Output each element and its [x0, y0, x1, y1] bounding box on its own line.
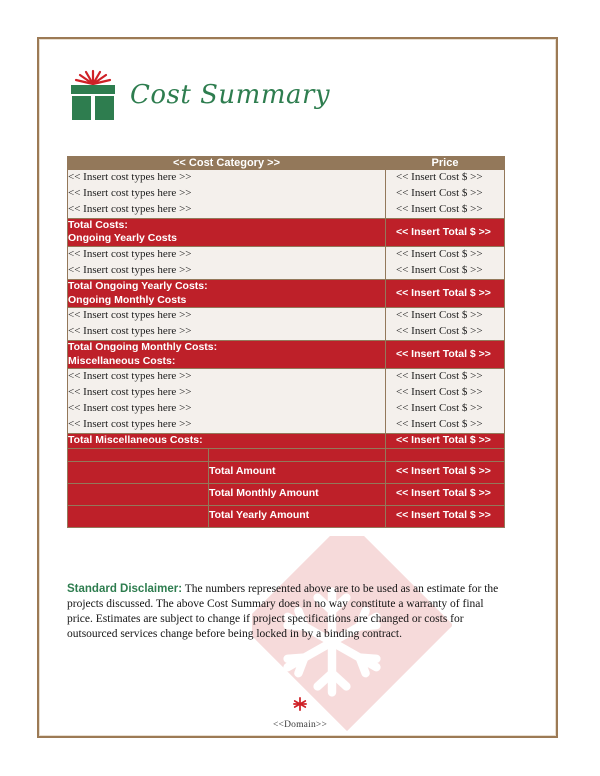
cost-type-cell[interactable]: << Insert cost types here >> << Insert c…: [67, 246, 386, 280]
table-header-row: << Cost Category >> Price: [67, 156, 505, 170]
grand-total-label-total-amount: Total Amount: [208, 460, 386, 484]
cost-type-cell[interactable]: << Insert cost types here >> << Insert c…: [67, 368, 386, 435]
footer-domain-text: <<Domain>>: [272, 720, 328, 730]
grand-total-empty-cell: [67, 482, 209, 506]
grand-total-label-total-monthly-amount: Total Monthly Amount: [208, 482, 386, 506]
cost-price-cell[interactable]: << Insert Cost $ >> << Insert Cost $ >>: [385, 246, 505, 280]
cost-price-cell[interactable]: << Insert Cost $ >> << Insert Cost $ >>: [385, 307, 505, 342]
total-value-ongoing-yearly[interactable]: << Insert Total $ >>: [385, 278, 505, 309]
grand-total-label-total-yearly-amount: Total Yearly Amount: [208, 504, 386, 528]
table-row-total-ongoing-yearly: Total Ongoing Yearly Costs: << Insert To…: [67, 278, 505, 309]
table-row-items-ongoing-monthly: << Insert cost types here >> << Insert c…: [67, 307, 505, 342]
snowflake-icon: [293, 697, 307, 711]
gift-box-icon: [68, 69, 118, 121]
cost-price-placeholder[interactable]: << Insert Cost $ >>: [396, 170, 504, 186]
disclaimer-label: Standard Disclaimer:: [67, 582, 183, 595]
grand-total-value-total-yearly-amount[interactable]: << Insert Total $ >>: [385, 504, 505, 528]
table-row-spacer: [67, 447, 505, 462]
grand-total-empty-cell: [67, 460, 209, 484]
column-header-price: Price: [385, 156, 505, 170]
column-header-cost-category: << Cost Category >>: [67, 156, 386, 170]
cost-price-placeholder[interactable]: << Insert Cost $ >>: [396, 401, 504, 417]
cost-type-placeholder[interactable]: << Insert cost types here >>: [68, 324, 385, 340]
grand-total-value-total-amount[interactable]: << Insert Total $ >>: [385, 460, 505, 484]
table-row-items-initial: << Insert cost types here >> << Insert c…: [67, 169, 505, 219]
total-label-initial: Total Costs:: [67, 217, 386, 233]
spacer-cell-mid: [208, 447, 386, 462]
cost-price-placeholder[interactable]: << Insert Cost $ >>: [396, 417, 504, 433]
total-value-initial[interactable]: << Insert Total $ >>: [385, 217, 505, 248]
table-row-total-ongoing-monthly: Total Ongoing Monthly Costs: << Insert T…: [67, 340, 505, 370]
page-footer: <<Domain>>: [0, 696, 600, 732]
document-header: Cost Summary: [68, 66, 330, 124]
total-value-ongoing-monthly[interactable]: << Insert Total $ >>: [385, 340, 505, 370]
cost-type-cell[interactable]: << Insert cost types here >> << Insert c…: [67, 169, 386, 219]
cost-price-placeholder[interactable]: << Insert Cost $ >>: [396, 369, 504, 385]
cost-type-placeholder[interactable]: << Insert cost types here >>: [68, 369, 385, 385]
table-row-grand-total: Total Monthly Amount << Insert Total $ >…: [67, 482, 505, 506]
cost-type-placeholder[interactable]: << Insert cost types here >>: [68, 385, 385, 401]
total-label-miscellaneous: Total Miscellaneous Costs:: [67, 433, 386, 449]
grand-total-value-total-monthly-amount[interactable]: << Insert Total $ >>: [385, 482, 505, 506]
cost-price-cell[interactable]: << Insert Cost $ >> << Insert Cost $ >> …: [385, 368, 505, 435]
cost-price-placeholder[interactable]: << Insert Cost $ >>: [396, 186, 504, 202]
total-value-miscellaneous[interactable]: << Insert Total $ >>: [385, 433, 505, 449]
standard-disclaimer: Standard Disclaimer: The numbers represe…: [67, 582, 509, 643]
cost-type-placeholder[interactable]: << Insert cost types here >>: [68, 186, 385, 202]
cost-type-placeholder[interactable]: << Insert cost types here >>: [68, 401, 385, 417]
table-row-total-initial: Total Costs: << Insert Total $ >>: [67, 217, 505, 248]
document-page: Cost Summary << Cost Category >> Price <…: [0, 0, 600, 776]
cost-price-cell[interactable]: << Insert Cost $ >> << Insert Cost $ >> …: [385, 169, 505, 219]
cost-price-placeholder[interactable]: << Insert Cost $ >>: [396, 263, 504, 279]
table-row-grand-total: Total Yearly Amount << Insert Total $ >>: [67, 504, 505, 528]
table-row-items-ongoing-yearly: << Insert cost types here >> << Insert c…: [67, 246, 505, 280]
grand-total-empty-cell: [67, 504, 209, 528]
spacer-cell-price: [385, 447, 505, 462]
cost-price-placeholder[interactable]: << Insert Cost $ >>: [396, 324, 504, 340]
table-row-grand-total: Total Amount << Insert Total $ >>: [67, 460, 505, 484]
section-heading-ongoing-yearly: Ongoing Yearly Costs: [67, 232, 386, 248]
section-heading-ongoing-monthly: Ongoing Monthly Costs: [67, 293, 386, 309]
cost-price-placeholder[interactable]: << Insert Cost $ >>: [396, 385, 504, 401]
page-title: Cost Summary: [130, 80, 331, 110]
cost-type-placeholder[interactable]: << Insert cost types here >>: [68, 247, 385, 263]
cost-price-placeholder[interactable]: << Insert Cost $ >>: [396, 247, 504, 263]
cost-summary-table: << Cost Category >> Price << Insert cost…: [67, 156, 505, 528]
cost-type-placeholder[interactable]: << Insert cost types here >>: [68, 308, 385, 324]
cost-type-cell[interactable]: << Insert cost types here >> << Insert c…: [67, 307, 386, 342]
cost-type-placeholder[interactable]: << Insert cost types here >>: [68, 170, 385, 186]
total-label-ongoing-yearly: Total Ongoing Yearly Costs:: [67, 278, 386, 294]
cost-type-placeholder[interactable]: << Insert cost types here >>: [68, 417, 385, 433]
total-label-ongoing-monthly: Total Ongoing Monthly Costs:: [67, 340, 386, 355]
table-row-total-miscellaneous: Total Miscellaneous Costs: << Insert Tot…: [67, 433, 505, 449]
spacer-cell-left: [67, 447, 209, 462]
cost-price-placeholder[interactable]: << Insert Cost $ >>: [396, 308, 504, 324]
table-row-items-miscellaneous: << Insert cost types here >> << Insert c…: [67, 368, 505, 435]
cost-type-placeholder[interactable]: << Insert cost types here >>: [68, 202, 385, 218]
cost-price-placeholder[interactable]: << Insert Cost $ >>: [396, 202, 504, 218]
cost-type-placeholder[interactable]: << Insert cost types here >>: [68, 263, 385, 279]
section-heading-miscellaneous: Miscellaneous Costs:: [67, 354, 386, 370]
